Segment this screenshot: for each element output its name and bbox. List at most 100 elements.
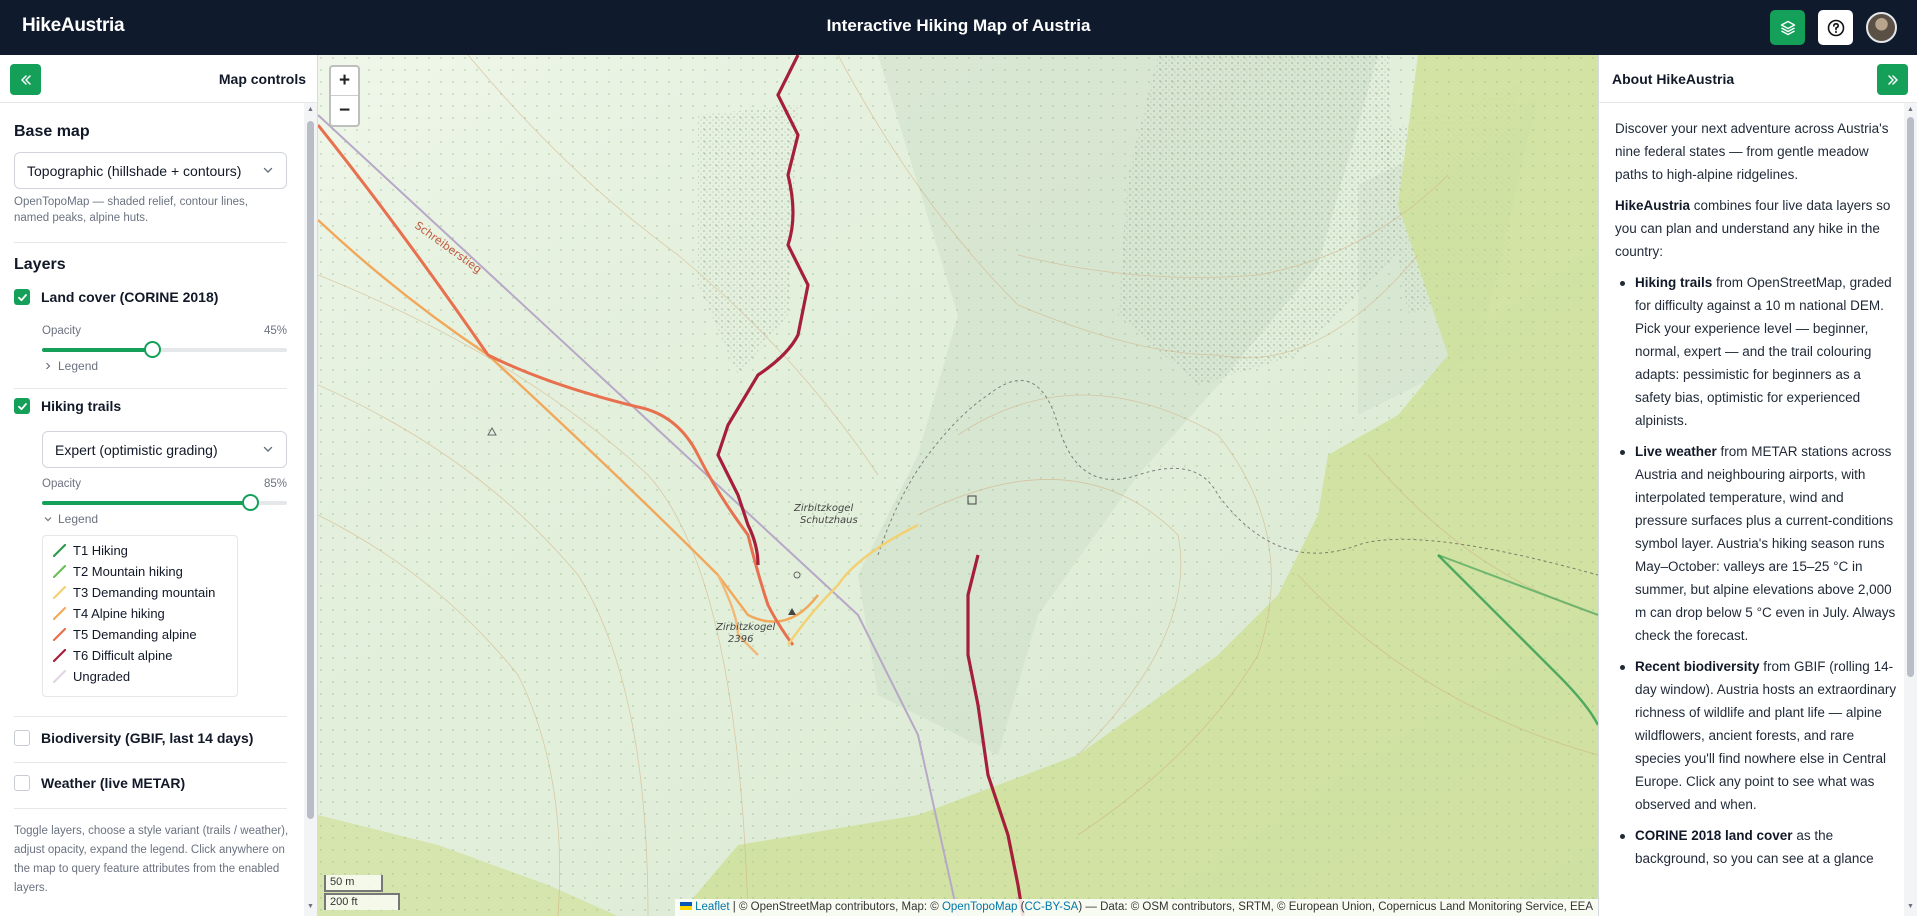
legend-label: T2 Mountain hiking xyxy=(73,564,183,579)
about-body: Discover your next adventure across Aust… xyxy=(1599,103,1905,916)
legend-swatch xyxy=(53,607,66,620)
chevron-down-icon xyxy=(263,167,273,173)
leaflet-link[interactable]: Leaflet xyxy=(695,901,730,913)
attribution-text: ) — Data: © OSM contributors, SRTM, © Eu… xyxy=(1078,901,1593,913)
scroll-down-icon[interactable]: ▼ xyxy=(1907,903,1914,910)
legend-label: T3 Demanding mountain xyxy=(73,585,216,600)
help-button[interactable] xyxy=(1818,10,1853,45)
divider xyxy=(14,242,287,243)
land-cover-opacity-label: Opacity xyxy=(42,325,81,337)
map-controls-body: Base map Topographic (hillshade + contou… xyxy=(0,103,305,916)
land-cover-label: Land cover (CORINE 2018) xyxy=(41,289,219,305)
slider-handle[interactable] xyxy=(144,341,162,358)
hiking-trails-toggle[interactable]: Hiking trails xyxy=(14,398,121,414)
right-panel-scrollbar[interactable]: ▲ ▼ xyxy=(1904,103,1917,916)
land-cover-opacity-value: 45% xyxy=(263,325,287,337)
legend-swatch xyxy=(53,628,66,641)
legend-swatch xyxy=(53,544,66,557)
divider xyxy=(14,388,287,389)
map-controls-header: Map controls xyxy=(0,55,317,103)
slider-fill xyxy=(42,501,251,505)
trail-variant-selected: Expert (optimistic grading) xyxy=(55,442,218,458)
cc-by-sa-link[interactable]: CC-BY-SA xyxy=(1024,901,1078,913)
topographic-map[interactable]: Schreiberstieg Zirbitzkogel Schutzhaus Z… xyxy=(318,55,1598,916)
legend-label: T5 Demanding alpine xyxy=(73,627,197,642)
hiking-trails-opacity-slider[interactable] xyxy=(42,494,287,511)
legend-label: Ungraded xyxy=(73,669,131,684)
about-panel: About HikeAustria Discover your next adv… xyxy=(1598,55,1917,916)
scroll-up-icon[interactable]: ▲ xyxy=(1907,106,1914,113)
legend-label: T1 Hiking xyxy=(73,543,128,558)
list-item: Live weather from METAR stations across … xyxy=(1615,440,1897,647)
feature-text: from GBIF (rolling 14-day window). Austr… xyxy=(1635,659,1897,812)
land-cover-toggle[interactable]: Land cover (CORINE 2018) xyxy=(14,289,218,305)
feature-title: Hiking trails xyxy=(1635,275,1713,290)
about-intro: Discover your next adventure across Aust… xyxy=(1615,121,1889,182)
weather-checkbox[interactable] xyxy=(14,775,30,791)
legend-label: T4 Alpine hiking xyxy=(73,606,165,621)
opentopomap-link[interactable]: OpenTopoMap xyxy=(942,901,1017,913)
left-panel-scrollbar[interactable]: ▲ ▼ xyxy=(304,103,317,916)
attribution-text: | © OpenStreetMap contributors, Map: © xyxy=(729,901,942,913)
biodiversity-label: Biodiversity (GBIF, last 14 days) xyxy=(41,730,254,746)
chevrons-left-icon xyxy=(20,74,31,85)
about-brand: HikeAustria xyxy=(1615,198,1691,213)
hiking-trails-checkbox[interactable] xyxy=(14,398,30,414)
scrollbar-thumb[interactable] xyxy=(1907,117,1914,677)
zoom-control: + − xyxy=(329,65,360,127)
map-canvas[interactable]: Schreiberstieg Zirbitzkogel Schutzhaus Z… xyxy=(318,55,1598,916)
peak-elevation-label: 2396 xyxy=(728,634,753,645)
slider-fill xyxy=(42,348,153,352)
hiking-trails-label: Hiking trails xyxy=(41,398,122,414)
weather-toggle[interactable]: Weather (live METAR) xyxy=(14,775,185,791)
layers-icon xyxy=(1780,20,1795,35)
scrollbar-thumb[interactable] xyxy=(307,121,314,819)
land-cover-opacity-slider[interactable] xyxy=(42,341,287,358)
biodiversity-toggle[interactable]: Biodiversity (GBIF, last 14 days) xyxy=(14,730,253,746)
hiking-trails-legend-toggle[interactable]: Legend xyxy=(44,512,98,526)
legend-item: T4 Alpine hiking xyxy=(53,606,165,621)
hut-name-label-2: Schutzhaus xyxy=(800,515,858,526)
zoom-in-button[interactable]: + xyxy=(331,67,358,96)
legend-item: T5 Demanding alpine xyxy=(53,627,197,642)
slider-handle[interactable] xyxy=(242,494,260,511)
legend-label: T6 Difficult alpine xyxy=(73,648,173,663)
list-item: CORINE 2018 land cover as the background… xyxy=(1615,824,1897,870)
collapse-right-panel-button[interactable] xyxy=(1877,64,1908,95)
land-cover-legend-label: Legend xyxy=(58,359,99,373)
ukraine-flag-icon xyxy=(680,902,693,910)
legend-swatch xyxy=(53,586,66,599)
about-title: About HikeAustria xyxy=(1612,71,1735,87)
scale-bar-metric: 50 m xyxy=(324,875,383,892)
base-map-selected: Topographic (hillshade + contours) xyxy=(27,163,242,179)
legend-item: Ungraded xyxy=(53,669,130,684)
top-bar: HikeAustria Interactive Hiking Map of Au… xyxy=(0,0,1917,55)
help-icon xyxy=(1827,19,1844,36)
avatar[interactable] xyxy=(1866,12,1897,43)
layers-heading: Layers xyxy=(14,256,66,273)
land-cover-legend-toggle[interactable]: Legend xyxy=(44,359,98,373)
legend-item: T1 Hiking xyxy=(53,543,128,558)
map-controls-title: Map controls xyxy=(218,71,306,87)
feature-text: from METAR stations across Austria and n… xyxy=(1635,444,1896,643)
about-header: About HikeAustria xyxy=(1599,55,1917,103)
base-map-description: OpenTopoMap — shaded relief, contour lin… xyxy=(14,196,248,224)
list-item: Hiking trails from OpenStreetMap, graded… xyxy=(1615,271,1897,432)
chevron-down-icon xyxy=(263,446,273,452)
chevron-down-icon xyxy=(44,517,52,522)
scroll-up-icon[interactable]: ▲ xyxy=(307,106,314,113)
hiking-trails-legend-label: Legend xyxy=(58,512,99,526)
layers-button[interactable] xyxy=(1770,10,1805,45)
zoom-out-button[interactable]: − xyxy=(331,96,358,125)
collapse-left-panel-button[interactable] xyxy=(10,64,41,95)
biodiversity-checkbox[interactable] xyxy=(14,730,30,746)
scroll-down-icon[interactable]: ▼ xyxy=(307,903,314,910)
legend-item: T3 Demanding mountain xyxy=(53,585,215,600)
chevron-right-icon xyxy=(46,362,51,370)
page-title: Interactive Hiking Map of Austria xyxy=(826,16,1091,35)
land-cover-checkbox[interactable] xyxy=(14,289,30,305)
legend-swatch xyxy=(53,565,66,578)
legend-item: T6 Difficult alpine xyxy=(53,648,172,663)
base-map-select[interactable]: Topographic (hillshade + contours) xyxy=(14,152,287,189)
trail-variant-select[interactable]: Expert (optimistic grading) xyxy=(42,431,287,468)
